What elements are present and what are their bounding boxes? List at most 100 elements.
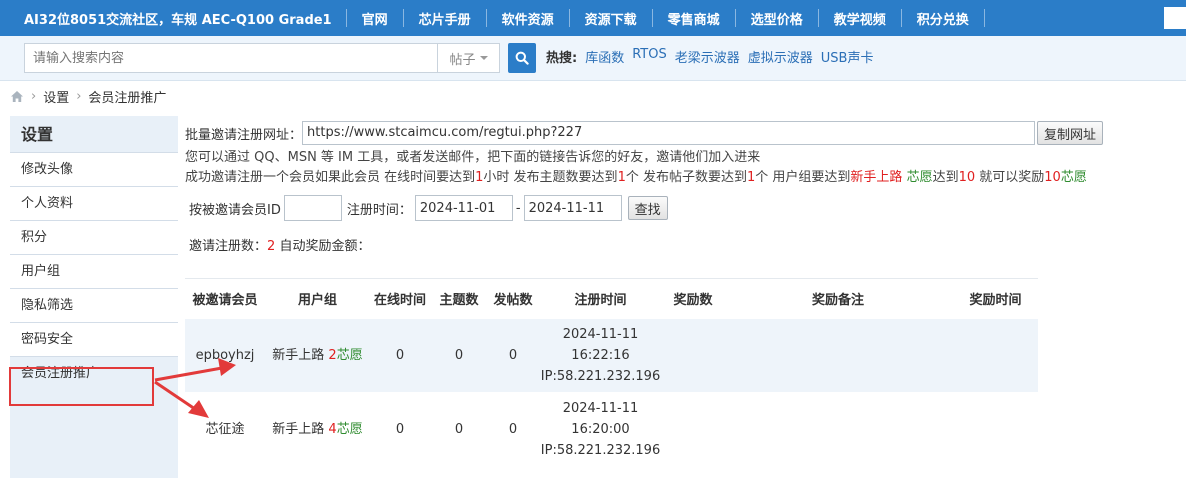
sidebar-item-points[interactable]: 积分 (10, 221, 178, 255)
invite-records-table: 被邀请会员 用户组 在线时间 主题数 发帖数 注册时间 奖励数 奖励备注 奖励时… (185, 278, 1038, 467)
hot-link-usb-soundcard[interactable]: USB声卡 (821, 47, 874, 66)
breadcrumb-current: 会员注册推广 (88, 90, 167, 106)
copy-url-button[interactable]: 复制网址 (1037, 121, 1104, 145)
reward-text: 个 用户组要达到 (755, 170, 851, 185)
invite-count-value: 2 (267, 239, 276, 254)
registration-time: 2024-11-11 16:20:00 IP:58.221.232.196 (538, 392, 663, 467)
sidebar-item-privacy[interactable]: 隐私筛选 (10, 289, 178, 323)
hot-link-library[interactable]: 库函数 (585, 47, 624, 66)
reg-date: 2024-11-11 (562, 326, 639, 342)
invite-count-label: 邀请注册数： (189, 239, 268, 254)
chevron-right-icon: › (31, 88, 37, 104)
invite-filter: 按被邀请会员ID 注册时间： - 查找 (189, 195, 1175, 221)
member-name[interactable]: 芯征途 (185, 392, 265, 467)
date-to-input[interactable] (523, 195, 622, 221)
reg-time: 16:22:16 (571, 347, 630, 363)
nav-item-downloads[interactable]: 资源下载 (570, 9, 652, 28)
reward-amount: 10 (1044, 170, 1061, 185)
reg-date: 2024-11-11 (562, 401, 639, 416)
member-group: 新手上路 4芯愿 (265, 392, 370, 467)
date-range-dash: - (515, 200, 521, 216)
reward-rules: 成功邀请注册一个会员如果此会员 在线时间要达到1小时 发布主题数要达到1个 发布… (185, 168, 1175, 188)
col-member: 被邀请会员 (185, 278, 265, 319)
reward-topics: 1 (617, 170, 626, 185)
sidebar-item-password[interactable]: 密码安全 (10, 323, 178, 357)
chevron-down-icon (479, 56, 488, 60)
reward-coin-name: 芯愿 (1060, 170, 1087, 185)
reg-time: 16:20:00 (571, 422, 630, 437)
online-time: 0 (370, 392, 430, 467)
sidebar-item-avatar[interactable]: 修改头像 (10, 153, 178, 187)
table-header-row: 被邀请会员 用户组 在线时间 主题数 发帖数 注册时间 奖励数 奖励备注 奖励时… (185, 278, 1038, 319)
col-posts: 发帖数 (488, 278, 538, 319)
invite-url-field[interactable]: https://www.stcaimcu.com/regtui.php?227 (302, 121, 1036, 145)
site-brand[interactable]: AI32位8051交流社区，车规 AEC-Q100 Grade1 (0, 9, 346, 28)
invite-url-label: 批量邀请注册网址： (185, 127, 303, 143)
nav-item-chip-manual[interactable]: 芯片手册 (404, 9, 486, 28)
col-group: 用户组 (265, 278, 370, 319)
hot-link-rtos[interactable]: RTOS (632, 47, 667, 66)
search-input[interactable] (24, 43, 438, 73)
reward-coin-name: 芯愿 (906, 170, 933, 185)
hot-link-oscilloscope[interactable]: 老梁示波器 (675, 47, 740, 66)
group-name: 新手上路 (272, 422, 325, 437)
member-id-label: 按被邀请会员ID (189, 202, 281, 218)
home-icon[interactable] (10, 90, 24, 103)
invite-description: 您可以通过 QQ、MSN 等 IM 工具，或者发送邮件，把下面的链接告诉您的好友… (185, 150, 761, 165)
search-type-value: 帖子 (449, 52, 476, 68)
col-note: 奖励备注 (723, 278, 953, 319)
sidebar-item-usergroup[interactable]: 用户组 (10, 255, 178, 289)
nav-item-points-exchange[interactable]: 积分兑换 (902, 9, 984, 28)
reward-text: 成功邀请注册一个会员如果此会员 在线时间要达到 (185, 170, 476, 185)
col-reward-time: 奖励时间 (953, 278, 1038, 319)
reg-time-label: 注册时间： (346, 202, 412, 218)
member-name[interactable]: epboyhzj (185, 318, 265, 393)
coin-name: 芯愿 (336, 422, 363, 437)
sidebar-title: 设置 (10, 116, 178, 153)
nav-corner-box (1164, 7, 1186, 29)
settings-sidebar: 设置 修改头像 个人资料 积分 用户组 隐私筛选 密码安全 会员注册推广 (10, 116, 178, 478)
nav-item-official-site[interactable]: 官网 (347, 9, 403, 28)
sidebar-item-profile[interactable]: 个人资料 (10, 187, 178, 221)
search-type-select[interactable]: 帖子 (438, 43, 500, 73)
reward-note (723, 392, 953, 467)
hot-link-virtual-oscilloscope[interactable]: 虚拟示波器 (748, 47, 813, 66)
col-reward: 奖励数 (663, 278, 723, 319)
nav-divider (983, 9, 985, 27)
table-row: epboyhzj 新手上路 2芯愿 0 0 0 2024-11-11 16:22:… (185, 318, 1038, 393)
reward-text: 个 发布帖子数要达到 (625, 170, 747, 185)
col-reg-time: 注册时间 (538, 278, 663, 319)
coin-count: 4 (328, 422, 337, 437)
nav-item-videos[interactable]: 教学视频 (819, 9, 901, 28)
member-id-input[interactable] (283, 195, 342, 221)
nav-item-software[interactable]: 软件资源 (487, 9, 569, 28)
reward-count (663, 392, 723, 467)
registration-time: 2024-11-11 16:22:16 IP:58.221.232.196 (538, 318, 663, 393)
col-online: 在线时间 (370, 278, 430, 319)
reg-ip: IP:58.221.232.196 (540, 443, 661, 458)
nav-item-pricing[interactable]: 选型价格 (736, 9, 818, 28)
post-count: 0 (488, 318, 538, 393)
table-row: 芯征途 新手上路 4芯愿 0 0 0 2024-11-11 16:20:00 IP:… (185, 392, 1038, 467)
topic-count: 0 (430, 318, 488, 393)
reward-group: 新手上路 (850, 170, 903, 185)
breadcrumb-settings[interactable]: 设置 (43, 87, 69, 106)
hot-searches: 热搜: 库函数 RTOS 老梁示波器 虚拟示波器 USB声卡 (546, 47, 873, 66)
reward-text: 就可以奖励 (975, 170, 1045, 185)
nav-item-store[interactable]: 零售商城 (653, 9, 735, 28)
invite-url-row: 批量邀请注册网址： https://www.stcaimcu.com/regtu… (185, 120, 1175, 146)
reward-time (953, 392, 1038, 467)
reg-ip: IP:58.221.232.196 (540, 368, 661, 384)
top-nav: AI32位8051交流社区，车规 AEC-Q100 Grade1 官网 芯片手册… (0, 0, 1186, 36)
search-bar: 帖子 热搜: 库函数 RTOS 老梁示波器 虚拟示波器 USB声卡 (0, 36, 1186, 81)
breadcrumb: › 设置 › 会员注册推广 (10, 86, 166, 106)
search-invites-button[interactable]: 查找 (627, 196, 668, 220)
main-content: 批量邀请注册网址： https://www.stcaimcu.com/regtu… (185, 120, 1175, 467)
search-button[interactable] (508, 43, 536, 73)
coin-count: 2 (328, 347, 337, 363)
search-icon (515, 51, 529, 65)
topic-count: 0 (430, 392, 488, 467)
date-from-input[interactable] (414, 195, 513, 221)
invite-summary: 邀请注册数：2 自动奖励金额： (189, 235, 1175, 254)
online-time: 0 (370, 318, 430, 393)
